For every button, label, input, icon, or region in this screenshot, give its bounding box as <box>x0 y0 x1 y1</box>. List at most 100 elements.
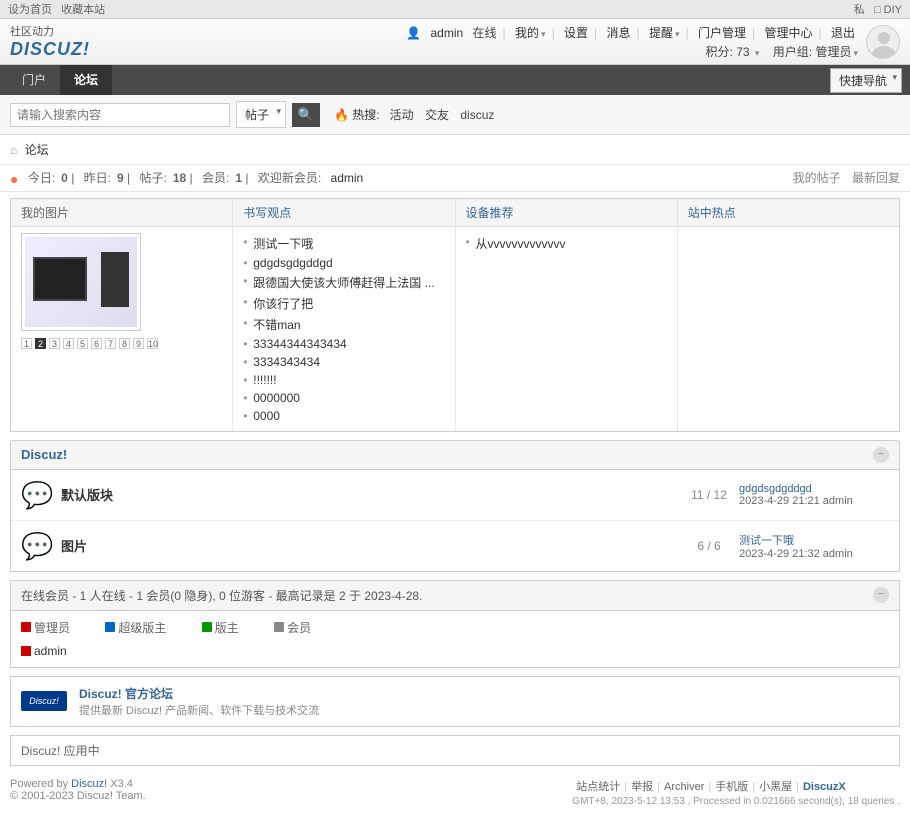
last-post-link[interactable]: gdgdsgdgddgd <box>739 483 889 495</box>
post-link[interactable]: 0000000 <box>253 391 300 405</box>
friendlink-logo[interactable]: Discuz! <box>21 691 67 711</box>
forum-link[interactable]: 图片 <box>61 539 87 554</box>
post-link[interactable]: !!!!!!! <box>253 373 276 387</box>
collapse-icon[interactable]: − <box>873 587 889 603</box>
members-value: 1 <box>235 171 242 185</box>
settings-link[interactable]: 设置 <box>564 26 588 40</box>
welcome-label: 欢迎新会员: <box>258 171 321 185</box>
search-input[interactable] <box>10 103 230 127</box>
forum-link[interactable]: 默认版块 <box>61 488 113 503</box>
category-title[interactable]: Discuz! <box>21 447 67 462</box>
bullet-icon: ● <box>10 171 18 187</box>
search-scope-dropdown[interactable]: 帖子 <box>236 101 286 128</box>
footer-link[interactable]: 小黑屋 <box>759 781 792 793</box>
messages-link[interactable]: 消息 <box>607 26 631 40</box>
legend-smod: 超级版主 <box>105 619 182 636</box>
logout-link[interactable]: 退出 <box>831 26 855 40</box>
hotspot-title: 站中热点 <box>678 199 899 227</box>
usergroup-value[interactable]: 管理员 <box>815 45 858 59</box>
footer-link[interactable]: Archiver <box>664 781 704 793</box>
forum-row: 💬 默认版块 11 / 12gdgdsgdgddgd2023-4-29 21:21 … <box>11 470 899 521</box>
credits-dropdown-icon[interactable] <box>753 45 760 59</box>
posts-value: 9 <box>117 171 124 185</box>
pager-page[interactable]: 6 <box>91 338 102 349</box>
legend-admin: 管理员 <box>21 619 86 636</box>
pager-page[interactable]: 5 <box>77 338 88 349</box>
threads-label: 帖子: <box>140 171 167 185</box>
pager-page[interactable]: 10 <box>147 338 158 349</box>
reminders-dropdown[interactable]: 提醒 <box>649 26 680 40</box>
usergroup-label: 用户组: <box>773 45 812 59</box>
pager: 12345678910 <box>21 338 222 349</box>
footer-link[interactable]: DiscuzX <box>803 781 846 793</box>
last-post-link[interactable]: 测试一下哦 <box>739 532 889 548</box>
nav-forum[interactable]: 论坛 <box>60 65 112 95</box>
friendlink-title[interactable]: Discuz! 官方论坛 <box>79 687 173 701</box>
home-icon[interactable]: ⌂ <box>10 143 17 157</box>
copyright: © 2001-2023 Discuz! Team. <box>10 790 146 802</box>
picture-thumbnail[interactable] <box>21 233 141 331</box>
brand-text: DISCUZ! <box>10 39 90 60</box>
last-post-meta: 2023-4-29 21:32 admin <box>739 548 853 560</box>
footer-link[interactable]: 举报 <box>631 781 653 793</box>
search-button[interactable]: 🔍 <box>292 103 320 127</box>
recs-title: 设备推荐 <box>456 199 677 227</box>
mypics-title: 我的图片 <box>11 199 232 227</box>
legend-mod: 版主 <box>202 619 255 636</box>
pager-page[interactable]: 3 <box>49 338 60 349</box>
pager-page[interactable]: 1 <box>21 338 32 349</box>
set-homepage-link[interactable]: 设为首页 <box>8 4 52 16</box>
post-link[interactable]: 你该行了把 <box>253 297 313 311</box>
newuser-link[interactable]: admin <box>331 171 364 185</box>
online-status: 在线 <box>473 26 497 40</box>
online-summary: 在线会员 - 1 人在线 - 1 会员(0 隐身), 0 位游客 - 最高记录是… <box>21 587 422 604</box>
admin-link[interactable]: 管理中心 <box>765 26 813 40</box>
legend-member: 会员 <box>274 619 327 636</box>
post-link[interactable]: 0000 <box>253 409 280 423</box>
today-label: 今日: <box>28 171 55 185</box>
posts-label: 昨日: <box>84 171 111 185</box>
username-link[interactable]: admin <box>431 26 464 40</box>
quick-nav-dropdown[interactable]: 快捷导航 <box>830 68 902 93</box>
threads-value: 18 <box>173 171 186 185</box>
myposts-link[interactable]: 我的帖子 <box>793 171 841 185</box>
powered-brand[interactable]: Discuz! <box>71 778 107 790</box>
hot-link[interactable]: discuz <box>460 108 494 122</box>
pager-page[interactable]: 2 <box>35 338 46 349</box>
crumb-forum[interactable]: 论坛 <box>25 143 49 157</box>
bookmark-link[interactable]: 收藏本站 <box>61 4 105 16</box>
hot-link[interactable]: 活动 <box>390 108 414 122</box>
pager-page[interactable]: 9 <box>133 338 144 349</box>
speech-icon: 💬 <box>21 480 51 510</box>
nav-portal[interactable]: 门户 <box>8 65 60 95</box>
user-icon: 👤 <box>406 26 421 40</box>
pager-page[interactable]: 4 <box>63 338 74 349</box>
portal-mgmt-link[interactable]: 门户管理 <box>698 26 746 40</box>
members-label: 会员: <box>202 171 229 185</box>
footer-link[interactable]: 站点统计 <box>576 781 620 793</box>
last-post-meta: 2023-4-29 21:21 admin <box>739 495 853 507</box>
powered-label: Powered by <box>10 778 71 790</box>
pager-page[interactable]: 8 <box>119 338 130 349</box>
speech-icon: 💬 <box>21 531 51 561</box>
post-link[interactable]: gdgdsgdgddgd <box>253 256 332 270</box>
avatar[interactable] <box>866 25 900 59</box>
collapse-icon[interactable]: − <box>873 447 889 463</box>
footer-link[interactable]: 手机版 <box>715 781 748 793</box>
forum-count: 11 / 12 <box>679 488 739 502</box>
online-user[interactable]: admin <box>21 644 79 658</box>
rec-link[interactable]: 从vvvvvvvvvvvvv <box>476 237 566 251</box>
post-link[interactable]: 跟德国大使该大师傅赶得上法国 ... <box>253 276 434 290</box>
hot-link[interactable]: 交友 <box>425 108 449 122</box>
post-link[interactable]: 33344344343434 <box>253 337 346 351</box>
viewpoints-title: 书写观点 <box>233 199 454 227</box>
my-dropdown[interactable]: 我的 <box>515 26 546 40</box>
pager-page[interactable]: 7 <box>105 338 116 349</box>
post-link[interactable]: 3334343434 <box>253 355 320 369</box>
logo[interactable]: 社区动力 DISCUZ! <box>10 23 90 60</box>
forum-row: 💬图片6 / 6测试一下哦2023-4-29 21:32 admin <box>11 521 899 571</box>
post-link[interactable]: 测试一下哦 <box>253 237 313 251</box>
latest-link[interactable]: 最新回复 <box>852 171 900 185</box>
diy-link[interactable]: □ DIY <box>874 4 902 16</box>
post-link[interactable]: 不错man <box>253 318 300 332</box>
